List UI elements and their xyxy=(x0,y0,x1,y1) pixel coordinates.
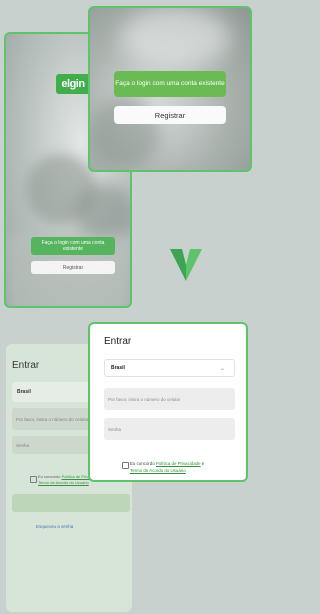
login-form-front: Entrar Brasil ⌄ Por favor, insira o núme… xyxy=(88,322,248,482)
login-existing-button[interactable]: Faça o login com uma conta existente xyxy=(31,237,115,255)
agree-checkbox[interactable] xyxy=(122,462,129,469)
phone-input[interactable]: Por favor, insira o número do celular xyxy=(104,388,235,410)
login-existing-button[interactable]: Faça o login com uma conta existente xyxy=(114,71,226,97)
background-blur xyxy=(120,8,230,68)
elgin-logo: elgin xyxy=(56,74,90,94)
terms-and: e xyxy=(200,461,205,466)
page-title: Entrar xyxy=(12,360,40,371)
register-button[interactable]: Registrar xyxy=(31,261,115,274)
register-button[interactable]: Registrar xyxy=(114,106,226,124)
terms-text: Eu concordo Política de Privacidade e Te… xyxy=(130,461,240,475)
country-select[interactable]: Brasil xyxy=(104,359,235,377)
terms-prefix: Eu concordo xyxy=(130,461,155,466)
page-title: Entrar xyxy=(104,336,132,347)
login-button[interactable] xyxy=(12,494,130,512)
chevron-down-icon[interactable]: ⌄ xyxy=(220,365,225,372)
splash-screen-front: Faça o login com uma conta existente Reg… xyxy=(88,6,252,172)
agree-checkbox[interactable] xyxy=(30,476,37,483)
forgot-password-link[interactable]: Esqueceu a senha xyxy=(36,524,73,529)
terms-prefix: Eu concordo xyxy=(38,474,61,479)
user-agreement-link[interactable]: Termo de Acordo do Usuário xyxy=(130,468,186,473)
checkmark-icon xyxy=(170,249,202,281)
user-agreement-link[interactable]: Termo de Acordo do Usuário xyxy=(38,480,89,485)
privacy-policy-link[interactable]: Política de Privacidade xyxy=(156,461,201,466)
password-input[interactable]: Senha xyxy=(104,418,235,440)
